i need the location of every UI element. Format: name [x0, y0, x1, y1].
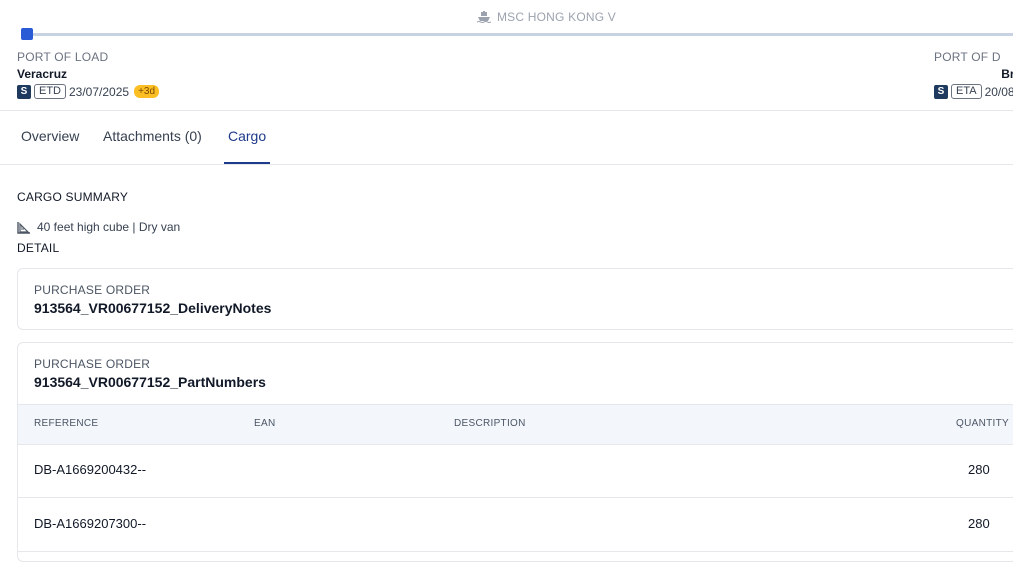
reference-cell: DB-A1669200432--	[34, 462, 147, 477]
detail-title: DETAIL	[17, 241, 60, 255]
etd-date: 23/07/2025	[69, 84, 130, 99]
container-icon	[17, 221, 30, 234]
tab-overview[interactable]: Overview	[21, 110, 79, 164]
column-header-quantity[interactable]: QUANTITY	[956, 405, 1009, 443]
status-badge: S	[934, 84, 948, 99]
purchase-order-number: 913564_VR00677152_PartNumbers	[34, 374, 266, 390]
reference-cell: DB-A1669207300--	[34, 516, 147, 531]
tab-attachments[interactable]: Attachments (0)	[103, 110, 202, 164]
column-header-description[interactable]: DESCRIPTION	[454, 405, 526, 443]
quantity-cell: 280	[968, 462, 990, 477]
etd-badge: ETD	[34, 84, 66, 99]
eta-date: 20/08	[984, 84, 1013, 99]
cargo-summary-title: CARGO SUMMARY	[17, 190, 129, 204]
port-of-discharge-caption: PORT OF D	[934, 50, 1001, 64]
purchase-order-caption: PURCHASE ORDER	[34, 283, 151, 297]
port-of-discharge: PORT OF D Br S ETA 20/08	[934, 50, 1013, 99]
column-header-ean[interactable]: EAN	[254, 405, 275, 443]
container-description: 40 feet high cube | Dry van	[37, 220, 181, 234]
table-header: REFERENCE EAN DESCRIPTION QUANTITY	[18, 404, 1013, 445]
delay-badge: +3d	[134, 85, 160, 98]
purchase-order-caption: PURCHASE ORDER	[34, 357, 151, 371]
etd-row: S ETD 23/07/2025 +3d	[17, 84, 160, 99]
ship-icon	[476, 11, 492, 23]
port-of-load-caption: PORT OF LOAD	[17, 50, 109, 64]
route-header: MSC HONG KONG V PORT OF LOAD Veracruz S …	[0, 0, 1013, 111]
tab-bar: Overview Attachments (0) Cargo	[0, 110, 1013, 165]
port-of-load: PORT OF LOAD Veracruz S ETD 23/07/2025 +…	[17, 50, 160, 99]
route-start-marker	[21, 28, 33, 40]
table-row[interactable]: DB-A1669200432-- 280	[18, 443, 1013, 498]
eta-badge: ETA	[951, 84, 982, 99]
port-of-discharge-name: Br	[1001, 67, 1013, 81]
column-header-reference[interactable]: REFERENCE	[34, 405, 98, 443]
vessel-label: MSC HONG KONG V	[0, 10, 1013, 24]
purchase-order-number: 913564_VR00677152_DeliveryNotes	[34, 300, 272, 316]
purchase-order-card: PURCHASE ORDER 913564_VR00677152_Deliver…	[17, 268, 1013, 330]
vessel-name: MSC HONG KONG V	[496, 10, 616, 24]
tab-cargo[interactable]: Cargo	[224, 110, 271, 164]
table-row[interactable]: DB-A1669207300-- 280	[18, 497, 1013, 552]
status-badge: S	[17, 84, 31, 99]
port-of-load-name: Veracruz	[17, 67, 68, 81]
route-progress-track	[33, 33, 1013, 36]
eta-row: S ETA 20/08	[934, 84, 1013, 99]
purchase-order-card: PURCHASE ORDER 913564_VR00677152_PartNum…	[17, 342, 1013, 562]
container-type: 40 feet high cube | Dry van	[17, 220, 180, 234]
quantity-cell: 280	[968, 516, 990, 531]
